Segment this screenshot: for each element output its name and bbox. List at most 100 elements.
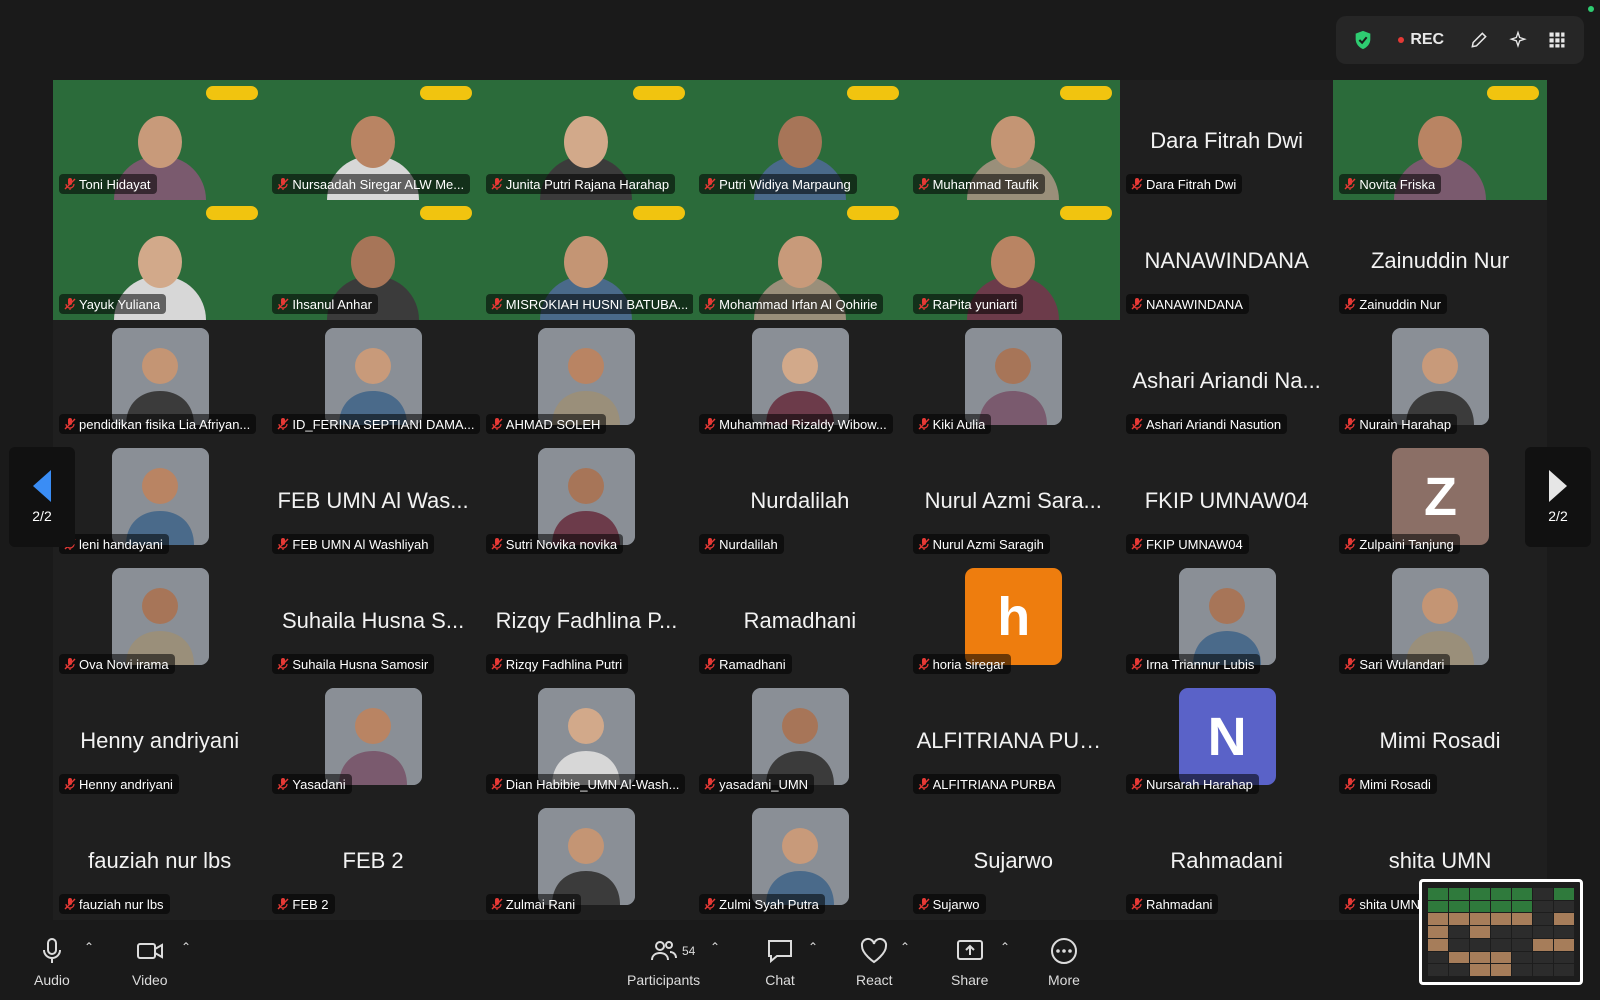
react-button[interactable]: React: [856, 936, 893, 988]
participant-display-name: Nurdalilah: [750, 488, 850, 513]
participant-tile[interactable]: Ramadhani Ramadhani: [693, 560, 907, 680]
participant-tile[interactable]: Suhaila Husna S... Suhaila Husna Samosir: [266, 560, 480, 680]
next-page-button[interactable]: 2/2: [1525, 447, 1591, 547]
participant-name-label: NANAWINDANA: [1125, 294, 1249, 314]
participant-tile[interactable]: Nurul Azmi Sara... Nurul Azmi Saragih: [906, 440, 1120, 560]
previous-page-button[interactable]: 2/2: [9, 447, 75, 547]
more-button[interactable]: More: [1048, 936, 1080, 988]
participant-tile[interactable]: N Nursarah Harahap: [1119, 680, 1334, 800]
participant-tile[interactable]: Rahmadani Rahmadani: [1119, 800, 1334, 920]
participant-name: ALFITRIANA PURBA: [932, 776, 1056, 792]
participant-tile[interactable]: Zulmi Syah Putra: [693, 800, 907, 920]
participant-tile[interactable]: Henny andriyani Henny andriyani: [53, 680, 267, 800]
participant-tile[interactable]: FKIP UMNAW04 FKIP UMNAW04: [1119, 440, 1334, 560]
participant-tile[interactable]: Mimi Rosadi Mimi Rosadi: [1333, 680, 1547, 800]
video-options-chevron-icon[interactable]: ⌃: [181, 940, 191, 954]
participant-tile[interactable]: ALFITRIANA PUR... ALFITRIANA PURBA: [906, 680, 1120, 800]
participant-tile[interactable]: Junita Putri Rajana Harahap: [479, 80, 694, 200]
microphone-muted-icon: [1344, 658, 1356, 670]
participant-name-label: Junita Putri Rajana Harahap: [485, 174, 676, 194]
shield-check-icon[interactable]: [1346, 22, 1381, 58]
pencil-icon[interactable]: [1462, 22, 1497, 58]
participant-tile[interactable]: Nursaadah Siregar ALW Me...: [266, 80, 480, 200]
apps-grid-icon[interactable]: [1539, 22, 1574, 58]
participant-tile[interactable]: Ova Novi irama: [53, 560, 267, 680]
participant-name-label: Sujarwo: [912, 894, 986, 914]
participant-tile[interactable]: Muhammad Rizaldy Wibow...: [693, 320, 907, 440]
participant-tile[interactable]: Muhammad Taufik: [906, 80, 1120, 200]
participant-tile[interactable]: Kiki Aulia: [906, 320, 1120, 440]
video-button[interactable]: Video: [132, 936, 168, 988]
logo-badge-icon: [206, 206, 259, 220]
participant-tile[interactable]: Putri Widiya Marpaung: [693, 80, 907, 200]
share-options-chevron-icon[interactable]: ⌃: [1000, 940, 1010, 954]
participant-name: AHMAD SOLEH: [505, 416, 601, 432]
participant-tile[interactable]: Yayuk Yuliana: [53, 200, 267, 320]
participant-tile[interactable]: Dara Fitrah Dwi Dara Fitrah Dwi: [1119, 80, 1334, 200]
audio-options-chevron-icon[interactable]: ⌃: [84, 940, 94, 954]
minimap-cell: [1491, 964, 1511, 976]
microphone-muted-icon: [491, 778, 503, 790]
minimap-cell: [1533, 964, 1553, 976]
participant-name: Zulmi Syah Putra: [719, 896, 819, 912]
microphone-muted-icon: [704, 298, 716, 310]
participant-tile[interactable]: Irna Triannur Lubis: [1119, 560, 1334, 680]
participant-tile[interactable]: Sutri Novika novika: [479, 440, 694, 560]
microphone-muted-icon: [491, 298, 503, 310]
chat-options-chevron-icon[interactable]: ⌃: [808, 940, 818, 954]
participant-name: Mimi Rosadi: [1359, 776, 1431, 792]
microphone-muted-icon: [277, 658, 289, 670]
participant-tile[interactable]: Ashari Ariandi Na... Ashari Ariandi Nasut…: [1119, 320, 1334, 440]
participant-tile[interactable]: Sujarwo Sujarwo: [906, 800, 1120, 920]
participant-name: Sutri Novika novika: [505, 536, 618, 552]
recording-indicator[interactable]: REC: [1385, 22, 1458, 58]
participants-options-chevron-icon[interactable]: ⌃: [710, 940, 720, 954]
react-options-chevron-icon[interactable]: ⌃: [900, 940, 910, 954]
participant-tile[interactable]: Dian Habibie_UMN Al-Wash...: [479, 680, 694, 800]
participant-tile[interactable]: ID_FERINA SEPTIANI DAMA...: [266, 320, 480, 440]
gallery-minimap-thumbnail[interactable]: [1419, 879, 1583, 985]
participant-tile[interactable]: Zulmai Rani: [479, 800, 694, 920]
participant-tile[interactable]: Yasadani: [266, 680, 480, 800]
participant-name-label: Nursaadah Siregar ALW Me...: [272, 174, 471, 194]
participant-name: Nurul Azmi Saragih: [932, 536, 1044, 552]
participant-tile[interactable]: Rizqy Fadhlina P... Rizqy Fadhlina Putri: [479, 560, 694, 680]
participant-display-name: FKIP UMNAW04: [1144, 488, 1309, 513]
share-button[interactable]: Share: [951, 936, 988, 988]
participant-name: leni handayani: [79, 536, 163, 552]
profile-photo: [538, 328, 636, 425]
participant-tile[interactable]: yasadani_UMN: [693, 680, 907, 800]
participant-tile[interactable]: Nurdalilah Nurdalilah: [693, 440, 907, 560]
participant-tile[interactable]: Sari Wulandari: [1333, 560, 1547, 680]
participant-tile[interactable]: FEB 2 FEB 2: [266, 800, 480, 920]
participant-tile[interactable]: RaPita yuniarti: [906, 200, 1120, 320]
participant-name-label: Mohammad Irfan Al Qohirie: [699, 294, 884, 314]
participant-tile[interactable]: h horia siregar: [906, 560, 1120, 680]
participant-display-name: shita UMN: [1388, 848, 1492, 873]
participant-tile[interactable]: leni handayani: [53, 440, 267, 560]
participant-tile[interactable]: Novita Friska: [1333, 80, 1547, 200]
participant-tile[interactable]: Toni Hidayat: [53, 80, 267, 200]
participant-tile[interactable]: Nurain Harahap: [1333, 320, 1547, 440]
minimap-cell: [1491, 888, 1511, 900]
participant-tile[interactable]: Zainuddin Nur Zainuddin Nur: [1333, 200, 1547, 320]
participant-tile[interactable]: Z Zulpaini Tanjung: [1333, 440, 1547, 560]
chat-button[interactable]: Chat: [765, 936, 795, 988]
participant-tile[interactable]: MISROKIAH HUSNI BATUBA...: [479, 200, 694, 320]
participant-tile[interactable]: NANAWINDANA NANAWINDANA: [1119, 200, 1334, 320]
audio-button[interactable]: Audio: [34, 936, 70, 988]
participant-tile[interactable]: Mohammad Irfan Al Qohirie: [693, 200, 907, 320]
participant-name: Zulpaini Tanjung: [1359, 536, 1454, 552]
participant-tile[interactable]: Ihsanul Anhar: [266, 200, 480, 320]
participant-tile[interactable]: AHMAD SOLEH: [479, 320, 694, 440]
participant-name: Toni Hidayat: [79, 176, 151, 192]
participant-tile[interactable]: fauziah nur lbs fauziah nur lbs: [53, 800, 267, 920]
minimap-cell: [1491, 938, 1511, 951]
minimap-cell: [1449, 888, 1469, 900]
participant-tile[interactable]: FEB UMN Al Was... FEB UMN Al Washliyah: [266, 440, 480, 560]
participant-display-name: Dara Fitrah Dwi: [1150, 128, 1304, 153]
minimap-cell: [1449, 926, 1469, 938]
participant-tile[interactable]: pendidikan fisika Lia Afriyan...: [53, 320, 267, 440]
sparkle-icon[interactable]: [1500, 22, 1535, 58]
microphone-muted-icon: [1131, 178, 1143, 190]
